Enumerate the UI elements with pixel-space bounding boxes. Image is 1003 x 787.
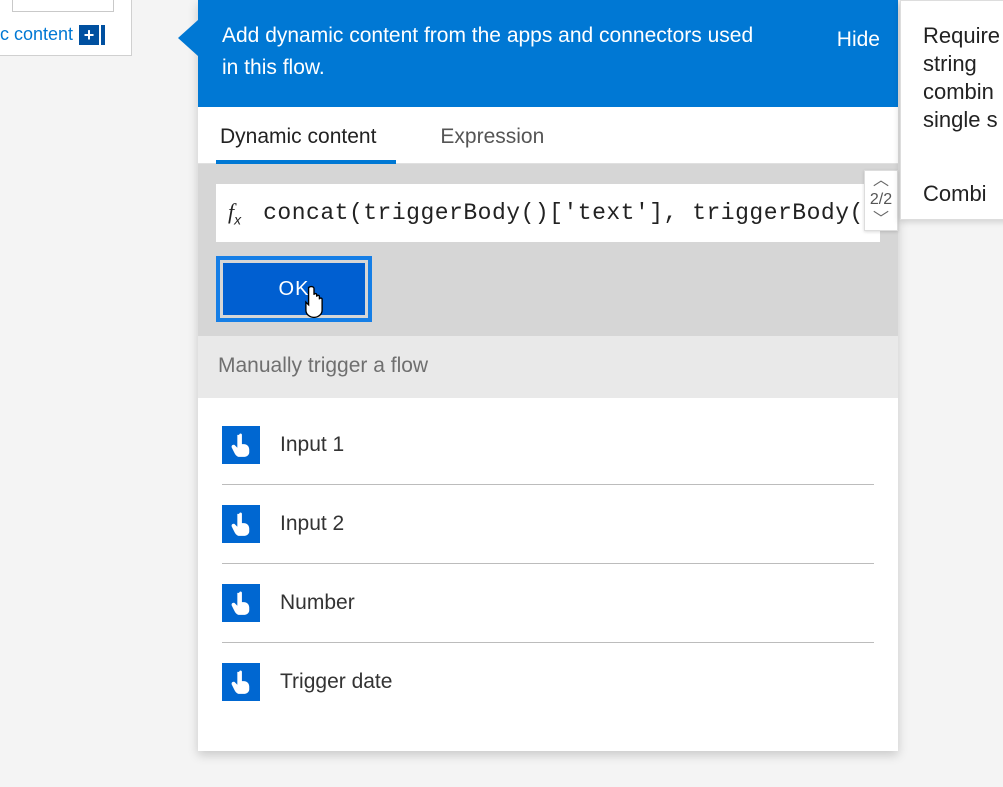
list-item[interactable]: Trigger date bbox=[222, 643, 874, 721]
list-item-label: Input 2 bbox=[280, 512, 344, 536]
expression-input[interactable]: fx concat(triggerBody()['text'], trigger… bbox=[216, 184, 880, 242]
list-item-label: Number bbox=[280, 591, 355, 615]
flyout-header-text: Add dynamic content from the apps and co… bbox=[222, 20, 762, 83]
tooltip-line: string bbox=[923, 51, 1003, 77]
tooltip-line: Require bbox=[923, 23, 1003, 49]
list-item[interactable]: Input 2 bbox=[222, 485, 874, 564]
fx-icon: fx bbox=[228, 199, 241, 227]
previous-step-card: c content + bbox=[0, 0, 132, 56]
tooltip-line: combin bbox=[923, 79, 1003, 105]
expression-text: concat(triggerBody()['text'], triggerBod… bbox=[263, 200, 864, 226]
touch-icon bbox=[222, 663, 260, 701]
list-item[interactable]: Number bbox=[222, 564, 874, 643]
ok-button-label: OK bbox=[279, 278, 310, 301]
touch-icon bbox=[222, 426, 260, 464]
list-item[interactable]: Input 1 bbox=[222, 406, 874, 485]
list-item-label: Trigger date bbox=[280, 670, 392, 694]
chevron-up-icon[interactable]: ︿ bbox=[873, 171, 889, 191]
ok-button[interactable]: OK bbox=[223, 263, 365, 315]
tab-expression[interactable]: Expression bbox=[436, 107, 564, 163]
tooltip-subline: Combi bbox=[923, 181, 1003, 207]
touch-icon bbox=[222, 505, 260, 543]
dropdown-indicator-icon bbox=[101, 25, 105, 45]
expression-area: fx concat(triggerBody()['text'], trigger… bbox=[198, 164, 898, 336]
section-title: Manually trigger a flow bbox=[198, 336, 898, 398]
pager-text: 2/2 bbox=[870, 191, 892, 210]
list-item-label: Input 1 bbox=[280, 433, 344, 457]
previous-step-input-remnant bbox=[12, 0, 114, 12]
flyout-tabs: Dynamic content Expression bbox=[198, 107, 898, 164]
ok-button-focus-ring: OK bbox=[216, 256, 372, 322]
tab-dynamic-content[interactable]: Dynamic content bbox=[216, 107, 396, 163]
tooltip-line: single s bbox=[923, 107, 1003, 133]
nav-pager: ︿ 2/2 ﹀ bbox=[864, 170, 898, 231]
add-dynamic-content-link-text: c content bbox=[0, 24, 73, 45]
chevron-down-icon[interactable]: ﹀ bbox=[873, 210, 889, 230]
ok-row: OK bbox=[216, 242, 880, 336]
plus-icon: + bbox=[79, 25, 99, 45]
touch-icon bbox=[222, 584, 260, 622]
flyout-header: Add dynamic content from the apps and co… bbox=[198, 0, 898, 107]
function-tooltip: Require string combin single s Combi bbox=[900, 0, 1003, 220]
add-dynamic-content-link[interactable]: c content + bbox=[0, 24, 105, 45]
dynamic-content-flyout: Add dynamic content from the apps and co… bbox=[198, 0, 898, 751]
flyout-pointer-icon bbox=[178, 20, 198, 56]
hide-button[interactable]: Hide bbox=[837, 24, 880, 56]
dynamic-content-items: Input 1 Input 2 Number Trigger date bbox=[198, 398, 898, 751]
